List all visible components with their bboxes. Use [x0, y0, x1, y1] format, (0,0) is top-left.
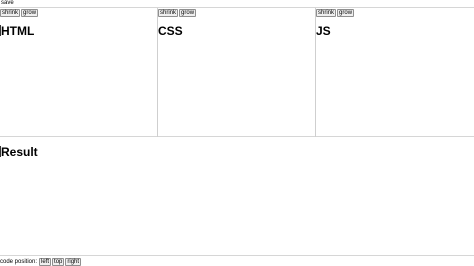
- html-shrink-button[interactable]: shrink: [0, 9, 21, 17]
- css-shrink-button[interactable]: shrink: [158, 9, 179, 17]
- html-pane-controls: shrink grow: [0, 9, 39, 17]
- css-pane[interactable]: shrink grow CSS: [158, 8, 316, 137]
- editor-panes: shrink grow HTML shrink grow CSS shrink …: [0, 8, 474, 137]
- result-title-text: Result: [1, 145, 38, 159]
- js-pane[interactable]: shrink grow JS: [316, 8, 474, 137]
- html-grow-button[interactable]: grow: [21, 9, 39, 17]
- html-pane-title: HTML: [0, 25, 34, 38]
- position-right-button[interactable]: right: [65, 257, 82, 266]
- css-pane-title: CSS: [158, 24, 183, 38]
- js-pane-controls: shrink grow: [316, 9, 355, 17]
- html-pane-title-text: HTML: [1, 24, 35, 38]
- css-grow-button[interactable]: grow: [179, 9, 197, 17]
- code-position-label: code position:: [0, 258, 38, 265]
- css-pane-controls: shrink grow: [158, 9, 197, 17]
- position-left-button[interactable]: left: [39, 257, 52, 266]
- js-pane-title: JS: [316, 24, 331, 38]
- js-grow-button[interactable]: grow: [337, 9, 355, 17]
- top-toolbar: save: [0, 0, 474, 8]
- code-position-bar: code position: left top right: [0, 257, 82, 266]
- result-title: Result: [0, 146, 38, 159]
- save-button[interactable]: save: [0, 0, 15, 7]
- result-pane: Result: [0, 138, 474, 256]
- position-top-button[interactable]: top: [52, 257, 65, 266]
- js-shrink-button[interactable]: shrink: [316, 9, 337, 17]
- html-pane[interactable]: shrink grow HTML: [0, 8, 158, 137]
